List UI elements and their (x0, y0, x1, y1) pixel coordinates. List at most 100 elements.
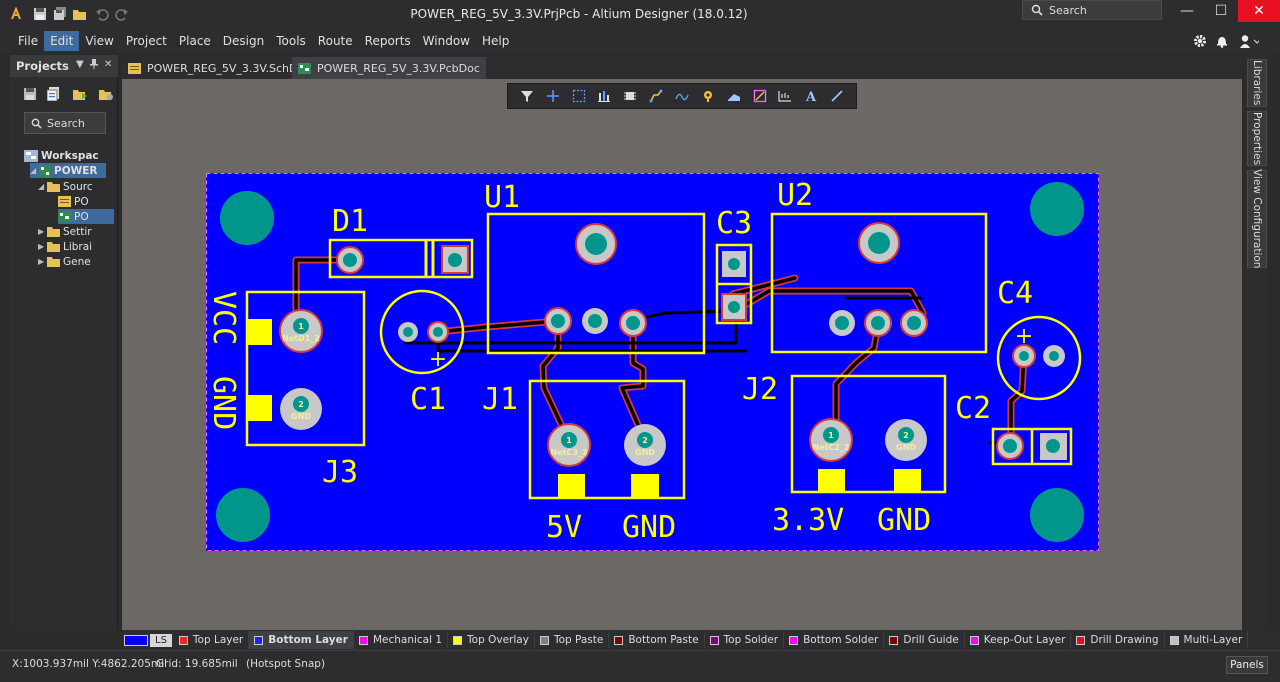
layer-color-swatch (358, 635, 368, 645)
tree-item-pcbdoc[interactable]: PO (58, 209, 114, 224)
menu-reports[interactable]: Reports (359, 31, 417, 51)
grid-size: Grid: 19.685mil (156, 658, 238, 670)
pin-icon[interactable] (90, 59, 98, 72)
filter-icon[interactable] (518, 87, 536, 105)
tree-item-schdoc[interactable]: PO (58, 194, 118, 209)
keepout-icon[interactable] (751, 87, 769, 105)
panels-button[interactable]: Panels (1226, 656, 1268, 674)
tab-view-configuration[interactable]: View Configuration (1247, 169, 1267, 269)
crosshair-icon[interactable] (544, 87, 562, 105)
panel-close-icon[interactable]: ✕ (104, 59, 112, 70)
net-label: GND (291, 412, 311, 421)
mounting-hole (216, 488, 270, 542)
folder-icon (47, 182, 60, 192)
expanded-triangle-icon[interactable]: ◢ (30, 166, 39, 175)
differential-pair-icon[interactable] (673, 87, 691, 105)
tree-item-workspace[interactable]: Workspac (24, 148, 118, 163)
bell-icon[interactable] (1214, 33, 1230, 49)
pcb-project-icon (39, 164, 51, 177)
schematic-doc-icon (58, 196, 71, 207)
tree-item-libraries[interactable]: ▶ Librai (38, 239, 118, 254)
layer-tab-drill-guide[interactable]: Drill Guide (884, 631, 965, 649)
schematic-doc-icon (128, 62, 141, 74)
tab-libraries[interactable]: Libraries (1247, 59, 1267, 107)
snap-mode: (Hotspot Snap) (246, 658, 326, 670)
panel-menu-chevron-icon[interactable]: ▼ (76, 59, 84, 70)
minimize-button[interactable]: — (1170, 0, 1204, 22)
layer-color-swatch (1076, 635, 1086, 645)
pcb-workspace[interactable]: A 1 NetD1_2 2 GND 1 NetC3_2 2 GND 1 NetC… (122, 79, 1242, 630)
layer-color-swatch (254, 635, 264, 645)
tree-item-settings[interactable]: ▶ Settir (38, 224, 118, 239)
compile-project-icon[interactable] (46, 86, 62, 102)
global-search-input[interactable]: Search (1022, 0, 1162, 20)
pad-number: 2 (903, 431, 909, 440)
tree-item-source-documents[interactable]: ◢ Sourc (38, 179, 118, 194)
menu-place[interactable]: Place (173, 31, 217, 51)
layer-tab-top-solder[interactable]: Top Solder (705, 631, 785, 649)
layer-color-swatch (969, 635, 979, 645)
designator-j1: J1 (482, 382, 518, 417)
menu-help[interactable]: Help (476, 31, 515, 51)
layer-tab-top-overlay[interactable]: Top Overlay (448, 631, 535, 649)
layer-tab-drill-drawing[interactable]: Drill Drawing (1071, 631, 1165, 649)
layer-set-selector[interactable]: LS (124, 631, 172, 649)
menu-project[interactable]: Project (120, 31, 173, 51)
pcb-board[interactable]: 1 NetD1_2 2 GND 1 NetC3_2 2 GND 1 NetC2_… (206, 173, 1099, 551)
tab-pcbdoc[interactable]: POWER_REG_5V_3.3V.PcbDoc (292, 57, 486, 79)
tree-item-power-project[interactable]: ◢ POWER (30, 163, 106, 178)
dimension-icon[interactable] (776, 87, 794, 105)
collapsed-triangle-icon[interactable]: ▶ (38, 227, 47, 236)
maximize-button[interactable]: ☐ (1204, 0, 1238, 22)
interactive-route-icon[interactable] (647, 87, 665, 105)
menu-design[interactable]: Design (217, 31, 270, 51)
collapsed-triangle-icon[interactable]: ▶ (38, 257, 47, 266)
menu-route[interactable]: Route (312, 31, 359, 51)
close-button[interactable]: ✕ (1238, 0, 1280, 22)
label-5v: 5V (546, 510, 582, 545)
layer-tab-bottom-layer[interactable]: Bottom Layer (249, 631, 354, 649)
save-project-icon[interactable] (22, 86, 38, 102)
align-icon[interactable] (595, 87, 613, 105)
layer-color-swatch (539, 635, 549, 645)
line-icon[interactable] (828, 87, 846, 105)
layer-tab-bottom-paste[interactable]: Bottom Paste (609, 631, 705, 649)
menu-window[interactable]: Window (417, 31, 476, 51)
layer-tab-keep-out[interactable]: Keep-Out Layer (965, 631, 1072, 649)
tree-item-generated[interactable]: ▶ Gene (38, 254, 118, 269)
layer-tab-multi-layer[interactable]: Multi-Layer (1165, 631, 1249, 649)
net-label: NetC3_2 (551, 448, 588, 457)
tab-properties[interactable]: Properties (1247, 111, 1267, 166)
tab-schdoc[interactable]: POWER_REG_5V_3.3V.SchDoc (122, 57, 316, 79)
tree-label: Sourc (63, 180, 93, 193)
folder-icon (47, 242, 60, 252)
select-rectangle-icon[interactable] (570, 87, 588, 105)
gear-icon[interactable] (1192, 33, 1208, 49)
designator-c1: C1 (410, 382, 446, 417)
layer-tab-mechanical-1[interactable]: Mechanical 1 (354, 631, 449, 649)
component-icon[interactable] (621, 87, 639, 105)
via-icon[interactable] (699, 87, 717, 105)
text-icon[interactable]: A (802, 87, 820, 105)
right-panel-bar: Libraries Properties View Configuration (1246, 55, 1268, 630)
fill-icon[interactable] (725, 87, 743, 105)
collapsed-triangle-icon[interactable]: ▶ (38, 242, 47, 251)
expanded-triangle-icon[interactable]: ◢ (38, 182, 47, 191)
tree-label: Workspac (41, 149, 99, 162)
menu-tools[interactable]: Tools (270, 31, 312, 51)
menu-view[interactable]: View (79, 31, 119, 51)
add-existing-folder-icon[interactable] (72, 86, 88, 102)
menu-file[interactable]: File (12, 31, 44, 51)
layer-tab-label: Bottom Paste (628, 634, 699, 646)
user-icon[interactable] (1238, 33, 1260, 49)
project-options-icon[interactable] (98, 86, 114, 102)
menu-edit[interactable]: Edit (44, 31, 80, 51)
layer-tab-bottom-solder[interactable]: Bottom Solder (784, 631, 885, 649)
pcb-doc-icon (58, 211, 71, 222)
label-gnd-j3: GND (206, 376, 241, 430)
designator-j2: J2 (742, 372, 778, 407)
layer-tab-top-layer[interactable]: Top Layer (174, 631, 250, 649)
layer-tab-top-paste[interactable]: Top Paste (535, 631, 610, 649)
document-tabs: POWER_REG_5V_3.3V.SchDoc POWER_REG_5V_3.… (122, 57, 1242, 79)
projects-search-input[interactable]: Search (24, 112, 106, 134)
